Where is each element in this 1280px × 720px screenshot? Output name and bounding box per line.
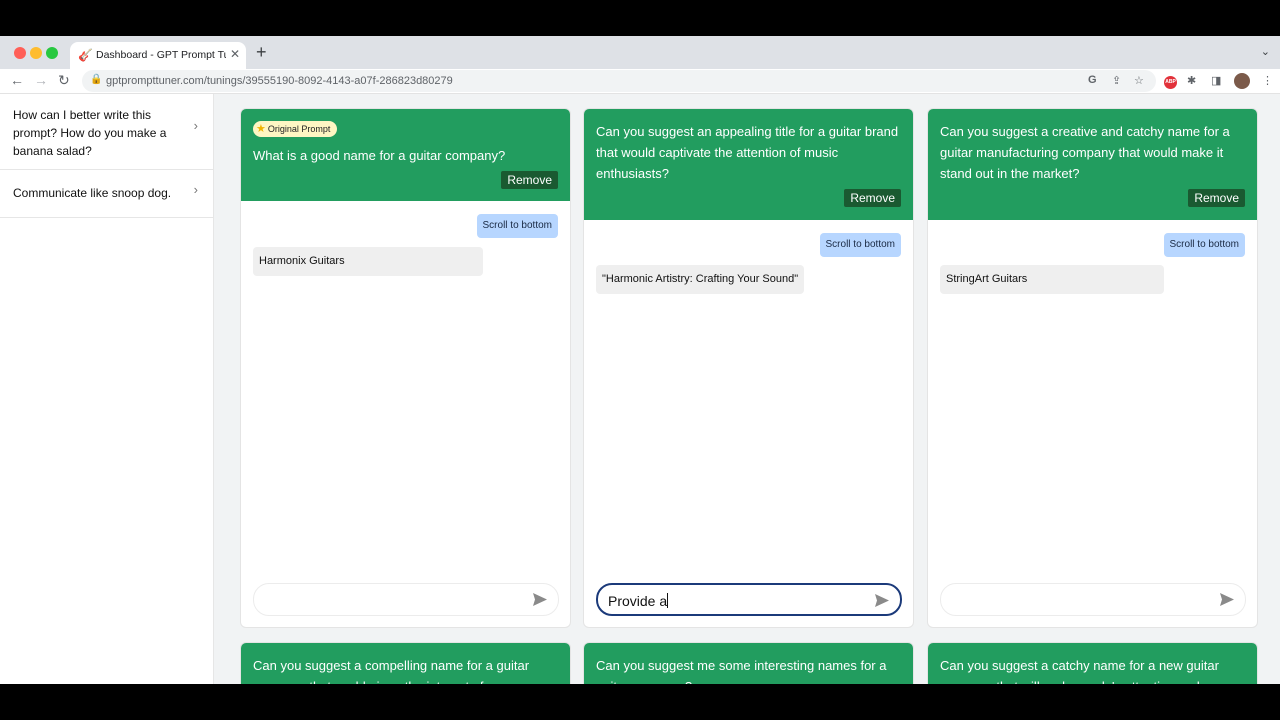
prompt-text: Can you suggest a compelling name for a … — [253, 658, 530, 684]
original-prompt-badge: ★ Original Prompt — [253, 121, 338, 137]
tab-strip: 🎸 Dashboard - GPT Prompt Tuner ✕ + ⌄ — [0, 36, 1280, 69]
zoom-window-button[interactable] — [46, 47, 58, 59]
lock-icon[interactable]: 🔒 — [90, 74, 102, 85]
prompt-card: Can you suggest a creative and catchy na… — [927, 108, 1258, 628]
card-header: ★ Original Prompt What is a good name for… — [241, 109, 570, 201]
message-input[interactable] — [940, 583, 1246, 616]
card-header: Can you suggest a catchy name for a new … — [928, 643, 1257, 684]
remove-button[interactable]: Remove — [844, 189, 901, 207]
google-icon[interactable]: G — [1088, 74, 1097, 86]
sidebar-item-snoop-dog[interactable]: Communicate like snoop dog. › — [0, 170, 214, 218]
scroll-to-bottom-button[interactable]: Scroll to bottom — [476, 214, 558, 238]
input-value[interactable]: Provide a — [608, 593, 669, 609]
card-header: Can you suggest a creative and catchy na… — [928, 109, 1257, 220]
prompt-text: Can you suggest me some interesting name… — [596, 658, 887, 684]
card-header: Can you suggest an appealing title for a… — [584, 109, 913, 220]
close-icon[interactable]: ✕ — [230, 47, 240, 61]
scroll-to-bottom-button[interactable]: Scroll to bottom — [819, 233, 901, 257]
tab-title: Dashboard - GPT Prompt Tuner — [96, 49, 226, 61]
prompt-card: Can you suggest an appealing title for a… — [583, 108, 914, 628]
close-window-button[interactable] — [14, 47, 26, 59]
new-tab-button[interactable]: + — [256, 42, 267, 63]
send-icon[interactable] — [532, 592, 548, 607]
remove-button[interactable]: Remove — [1188, 189, 1245, 207]
browser-tab[interactable]: 🎸 Dashboard - GPT Prompt Tuner ✕ — [70, 42, 246, 69]
prompt-text: What is a good name for a guitar company… — [253, 148, 506, 163]
card-header: Can you suggest me some interesting name… — [584, 643, 913, 684]
guitar-icon: 🎸 — [78, 48, 93, 62]
card-header: Can you suggest a compelling name for a … — [241, 643, 570, 684]
message-input[interactable]: Provide a — [596, 583, 902, 616]
badge-label: Original Prompt — [267, 124, 331, 134]
prompt-card: ★ Original Prompt What is a good name for… — [240, 108, 571, 628]
chevron-right-icon: › — [193, 118, 198, 133]
back-button[interactable]: ← — [10, 72, 24, 88]
sidebar-item-banana-salad[interactable]: How can I better write this prompt? How … — [0, 94, 214, 170]
sidebar-item-label: Communicate like snoop dog. — [13, 186, 172, 200]
chevron-down-icon[interactable]: ⌄ — [1261, 45, 1270, 58]
response-message: StringArt Guitars — [940, 265, 1164, 294]
chevron-right-icon: › — [193, 182, 198, 197]
send-icon[interactable] — [874, 593, 890, 608]
prompt-card: Can you suggest a catchy name for a new … — [927, 642, 1258, 684]
avatar[interactable] — [1234, 73, 1250, 89]
reload-button[interactable]: ↻ — [58, 72, 70, 89]
send-icon[interactable] — [1219, 592, 1235, 607]
sidebar-item-label: How can I better write this prompt? How … — [13, 108, 167, 158]
prompt-text: Can you suggest a creative and catchy na… — [940, 124, 1230, 181]
prompt-text: Can you suggest a catchy name for a new … — [940, 658, 1219, 684]
star-icon: ★ — [256, 123, 266, 135]
extensions-icon[interactable]: ✱ — [1187, 74, 1196, 87]
remove-button[interactable]: Remove — [501, 171, 558, 189]
side-panel-icon[interactable]: ◨ — [1211, 74, 1221, 87]
prompt-card: Can you suggest a compelling name for a … — [240, 642, 571, 684]
prompt-text: Can you suggest an appealing title for a… — [596, 124, 899, 181]
browser-toolbar: ← → ↻ 🔒 gptprompttuner.com/tunings/39555… — [0, 69, 1280, 94]
response-message: Harmonix Guitars — [253, 247, 483, 276]
message-input[interactable] — [253, 583, 559, 616]
menu-icon[interactable]: ⋮ — [1262, 74, 1273, 87]
forward-button[interactable]: → — [34, 72, 48, 88]
app-content: How can I better write this prompt? How … — [0, 94, 1280, 684]
share-icon[interactable]: ⇪ — [1112, 74, 1121, 87]
scroll-to-bottom-button[interactable]: Scroll to bottom — [1163, 233, 1245, 257]
sidebar: How can I better write this prompt? How … — [0, 94, 214, 684]
address-bar[interactable]: 🔒 gptprompttuner.com/tunings/39555190-80… — [82, 70, 1156, 92]
prompt-card: Can you suggest me some interesting name… — [583, 642, 914, 684]
minimize-window-button[interactable] — [30, 47, 42, 59]
adblock-icon[interactable]: ABP — [1164, 76, 1177, 89]
url-text[interactable]: gptprompttuner.com/tunings/39555190-8092… — [106, 75, 453, 87]
bookmark-star-icon[interactable]: ☆ — [1134, 74, 1144, 87]
response-message: "Harmonic Artistry: Crafting Your Sound" — [596, 265, 805, 294]
browser-window: 🎸 Dashboard - GPT Prompt Tuner ✕ + ⌄ ← →… — [0, 36, 1280, 684]
